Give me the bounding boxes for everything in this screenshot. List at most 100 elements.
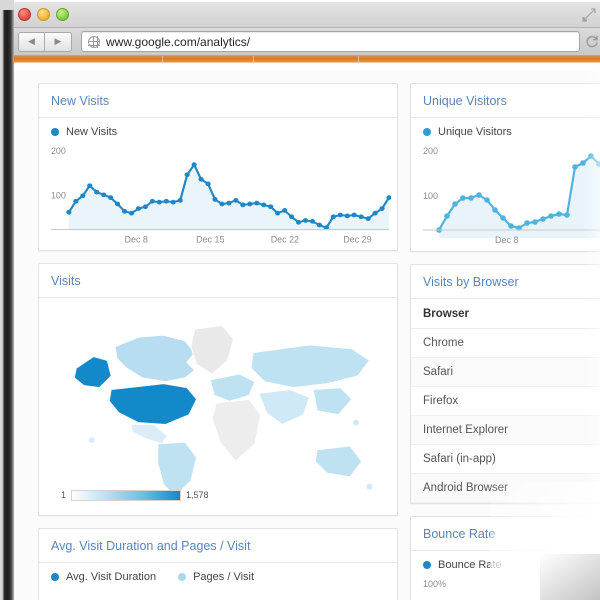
window-frame-left-edge — [0, 0, 14, 600]
site-nav-strip — [10, 56, 600, 63]
window-frame-corner — [0, 0, 14, 10]
chart-bounce-rate: 100% — [411, 575, 600, 600]
cell-browser: Safari (in-app) — [411, 444, 600, 474]
legend-new-visits: New Visits — [39, 118, 397, 142]
legend-avg-visit-duration: Avg. Visit Duration Pages / Visit — [39, 563, 397, 587]
bounce-rate-line-chart[interactable]: 100% — [417, 575, 600, 600]
card-title-avg-visit-duration: Avg. Visit Duration and Pages / Visit — [39, 529, 397, 563]
card-title-unique-visitors: Unique Visitors — [411, 84, 600, 118]
globe-icon — [88, 35, 100, 48]
forward-button[interactable]: ▶ — [45, 31, 72, 52]
svg-text:Dec 29: Dec 29 — [343, 234, 371, 244]
window-controls — [18, 8, 69, 21]
legend-item[interactable]: Avg. Visit Duration — [51, 571, 156, 583]
table-row[interactable]: Firefox — [411, 386, 600, 416]
region-asia-east — [312, 387, 353, 416]
cell-browser: Safari — [411, 357, 600, 387]
legend-dot-icon — [178, 572, 187, 581]
region-united-states — [108, 383, 198, 426]
legend-label: New Visits — [66, 126, 118, 138]
legend-dot-icon — [423, 561, 431, 569]
legend-label: Pages / Visit — [193, 570, 255, 583]
minimize-button[interactable] — [37, 8, 50, 21]
map-legend-gradient — [71, 489, 182, 501]
legend-item[interactable]: New Visits — [51, 126, 117, 138]
legend-label: Bounce Rate — [438, 559, 502, 571]
region-canada — [114, 335, 196, 383]
legend-dot-icon — [423, 128, 431, 136]
card-visits-by-browser: Visits by Browser Browser Chrome Safari … — [410, 264, 600, 504]
svg-text:200: 200 — [423, 146, 438, 156]
card-avg-visit-duration: Avg. Visit Duration and Pages / Visit Av… — [38, 527, 398, 600]
legend-unique-visitors: Unique Visitors — [411, 118, 600, 142]
unique-visitors-line-chart[interactable]: 200 100 Dec 8 — [417, 142, 600, 247]
bounce-rate-ytick: 100% — [423, 579, 446, 589]
analytics-dashboard: New Visits New Visits 200 100 Dec 8 Dec … — [10, 71, 600, 600]
region-africa — [211, 399, 262, 463]
card-title-visits: Visits — [39, 264, 397, 299]
table-row[interactable]: Safari (in-app) — [411, 444, 600, 474]
legend-item[interactable]: Pages / Visit — [178, 571, 254, 583]
reload-icon[interactable] — [584, 34, 600, 50]
card-title-new-visits: New Visits — [39, 84, 397, 118]
region-south-america — [157, 441, 198, 498]
card-new-visits: New Visits New Visits 200 100 Dec 8 Dec … — [38, 83, 398, 252]
chart-new-visits: 200 100 Dec 8 Dec 15 Dec 22 Dec 29 — [39, 142, 397, 250]
legend-item[interactable]: Bounce Rate — [423, 559, 502, 571]
card-unique-visitors: Unique Visitors Unique Visitors 200 100 — [410, 83, 600, 252]
cell-browser: Firefox — [411, 386, 600, 416]
close-button[interactable] — [18, 8, 31, 21]
new-visits-line-chart[interactable]: 200 100 Dec 8 Dec 15 Dec 22 Dec 29 — [45, 142, 391, 246]
cell-browser: Internet Explorer — [411, 415, 600, 445]
browser-titlebar — [10, 2, 600, 28]
map-legend-min: 1 — [61, 490, 67, 501]
expand-icon[interactable] — [582, 8, 596, 22]
region-greenland — [190, 325, 235, 375]
table-row[interactable]: Android Browser — [411, 473, 600, 503]
card-bounce-rate: Bounce Rate Bounce Rate 100% — [410, 516, 600, 600]
map-legend-max: 1,578 — [186, 490, 209, 501]
cell-browser: Chrome — [411, 328, 600, 358]
card-title-bounce-rate: Bounce Rate — [411, 517, 600, 551]
svg-text:Dec 8: Dec 8 — [495, 235, 519, 245]
map-color-legend: 1 1,578 — [61, 489, 209, 501]
url-text: www.google.com/analytics/ — [106, 34, 251, 49]
card-visits-map: Visits 1 1,578 — [38, 263, 398, 516]
zoom-button[interactable] — [56, 8, 69, 21]
table-header-row: Browser — [411, 299, 600, 329]
legend-item[interactable]: Unique Visitors — [423, 126, 512, 138]
card-title-visits-by-browser: Visits by Browser — [411, 265, 600, 299]
world-choropleth-svg[interactable] — [49, 306, 387, 500]
table-row[interactable]: Chrome — [411, 328, 600, 358]
svg-text:200: 200 — [51, 146, 66, 156]
browser-table: Browser Chrome Safari Firefox Internet E… — [411, 299, 600, 503]
svg-text:Dec 15: Dec 15 — [196, 234, 224, 244]
svg-text:100: 100 — [51, 191, 66, 201]
back-button[interactable]: ◀ — [18, 31, 45, 52]
browser-window: ◀ ▶ www.google.com/analytics/ New Visits — [10, 2, 600, 600]
address-bar[interactable]: www.google.com/analytics/ — [81, 31, 580, 52]
region-australia — [314, 445, 363, 478]
chart-unique-visitors: 200 100 Dec 8 — [411, 142, 600, 251]
svg-text:Dec 8: Dec 8 — [125, 234, 148, 244]
table-row[interactable]: Internet Explorer — [411, 415, 600, 445]
region-alaska — [73, 356, 112, 389]
region-mexico — [129, 424, 169, 445]
svg-text:100: 100 — [423, 191, 438, 201]
legend-label: Unique Visitors — [438, 126, 512, 138]
region-asia-south — [258, 389, 310, 426]
cell-browser: Android Browser — [411, 473, 600, 503]
column-header-browser[interactable]: Browser — [411, 299, 600, 329]
world-map[interactable]: 1 1,578 — [39, 298, 397, 514]
svg-text:Dec 22: Dec 22 — [271, 234, 299, 244]
table-row[interactable]: Safari — [411, 357, 600, 387]
browser-toolbar: ◀ ▶ www.google.com/analytics/ — [10, 28, 600, 56]
region-russia — [250, 344, 371, 389]
forward-arrow-icon: ▶ — [54, 36, 62, 46]
back-arrow-icon: ◀ — [28, 36, 35, 46]
region-europe — [209, 373, 256, 403]
legend-dot-icon — [51, 128, 59, 136]
legend-bounce-rate: Bounce Rate — [411, 551, 600, 575]
legend-dot-icon — [51, 572, 59, 581]
legend-label: Avg. Visit Duration — [66, 570, 157, 583]
